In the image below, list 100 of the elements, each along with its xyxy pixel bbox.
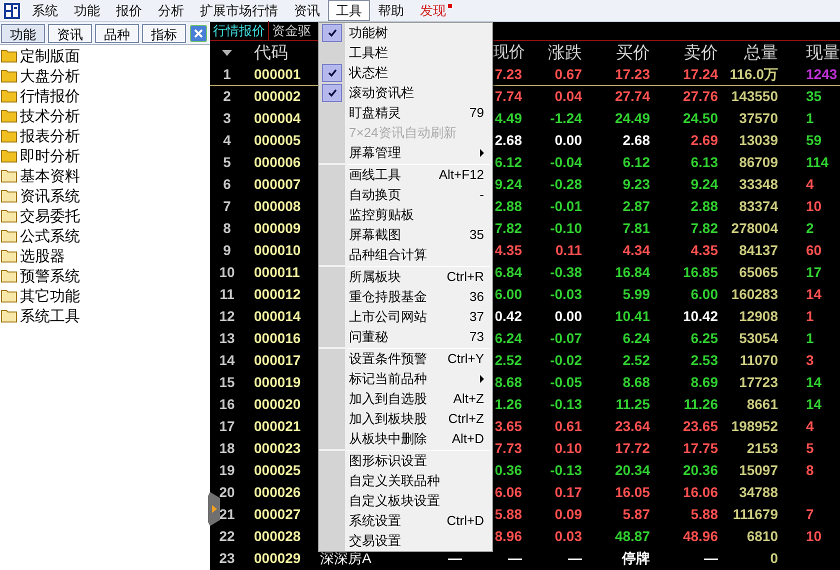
table-cell: 0.36 [494, 462, 522, 478]
app-logo-icon[interactable] [3, 2, 21, 20]
row-number: 3 [223, 110, 231, 126]
stock-code[interactable]: 000006 [254, 154, 301, 170]
menu-option[interactable]: 自动换页 - [319, 185, 492, 205]
tree-item[interactable]: 定制版面 [0, 46, 210, 66]
tree-item[interactable]: 行情报价 [0, 86, 210, 106]
stock-code[interactable]: 000004 [254, 110, 301, 126]
close-button[interactable] [190, 24, 207, 42]
menu-option[interactable]: 屏幕截图 35 [319, 225, 492, 245]
menu-option[interactable]: 滚动资讯栏 [319, 83, 492, 103]
stock-code[interactable]: 000011 [254, 264, 300, 280]
column-header[interactable]: 卖价 [684, 41, 718, 64]
menu-option[interactable]: 工具栏 [319, 43, 492, 63]
stock-code[interactable]: 000002 [254, 88, 301, 104]
tree-item[interactable]: 选股器 [0, 246, 210, 266]
menu-item[interactable]: 扩展市场行情 [192, 0, 286, 21]
table-cell: 14 [806, 396, 822, 412]
tree-item[interactable]: 预警系统 [0, 266, 210, 286]
menu-option[interactable]: 状态栏 [319, 63, 492, 83]
menu-option[interactable]: 加入到板块股 Ctrl+Z [319, 409, 492, 429]
tree-item[interactable]: 技术分析 [0, 106, 210, 126]
table-cell: 4 [806, 418, 814, 434]
stock-code[interactable]: 000012 [254, 286, 301, 302]
menu-item[interactable]: 工具 [328, 0, 370, 21]
stock-code[interactable]: 000016 [254, 330, 301, 346]
table-cell: 2.53 [690, 352, 718, 368]
quote-tab[interactable]: 行情报价 [210, 21, 269, 40]
menu-item[interactable]: 系统 [24, 0, 66, 21]
stock-code[interactable]: 000026 [254, 484, 301, 500]
menu-option[interactable]: 所属板块 Ctrl+R [319, 267, 492, 287]
menu-option[interactable]: 自定义关联品种 [319, 471, 492, 491]
stock-code[interactable]: 000017 [254, 352, 301, 368]
menu-option[interactable]: 自定义板块设置 [319, 491, 492, 511]
stock-code[interactable]: 000019 [254, 374, 301, 390]
menu-item[interactable]: 分析 [150, 0, 192, 21]
sidebar-tab[interactable]: 品种 [95, 24, 139, 42]
menu-option[interactable]: 上市公司网站 37 [319, 307, 492, 327]
menu-option[interactable]: 系统设置 Ctrl+D [319, 511, 492, 531]
menu-item[interactable]: 发现 [412, 0, 460, 21]
stock-code[interactable]: 000008 [254, 198, 301, 214]
table-cell: 17.72 [614, 440, 650, 456]
menu-option[interactable]: 功能树 [319, 23, 492, 43]
tree-item[interactable]: 资讯系统 [0, 186, 210, 206]
tree-item[interactable]: 报表分析 [0, 126, 210, 146]
stock-code[interactable]: 000023 [254, 440, 301, 456]
menu-option[interactable]: 画线工具 Alt+F12 [319, 165, 492, 185]
table-cell: -0.13 [550, 396, 582, 412]
table-cell: 2.69 [690, 132, 718, 148]
menu-option[interactable]: 重仓持股基金 36 [319, 287, 492, 307]
tree-item[interactable]: 基本资料 [0, 166, 210, 186]
menu-option[interactable]: 屏幕管理 [319, 143, 492, 163]
stock-code[interactable]: 000010 [254, 242, 301, 258]
stock-code[interactable]: 000009 [254, 220, 301, 236]
table-cell: 10.42 [682, 308, 718, 324]
tree-item[interactable]: 大盘分析 [0, 66, 210, 86]
sidebar-tab[interactable]: 资讯 [48, 24, 92, 42]
stock-code[interactable]: 000020 [254, 396, 301, 412]
menu-option[interactable]: 加入到自选股 Alt+Z [319, 389, 492, 409]
table-cell: 1.26 [494, 396, 522, 412]
stock-code[interactable]: 000029 [254, 550, 301, 566]
column-header[interactable]: 涨跌 [548, 41, 582, 64]
menu-item[interactable]: 资讯 [286, 0, 328, 21]
stock-code[interactable]: 000001 [254, 66, 301, 82]
sidebar-tab[interactable]: 功能 [1, 24, 45, 42]
menu-option[interactable]: 设置条件预警 Ctrl+Y [319, 349, 492, 369]
menu-item[interactable]: 功能 [66, 0, 108, 21]
menu-option[interactable]: 从板块中删除 Alt+D [319, 429, 492, 449]
stock-code[interactable]: 000014 [254, 308, 301, 324]
quote-tab[interactable]: 资金驱 [269, 21, 314, 40]
expand-handle[interactable] [208, 492, 220, 526]
stock-code[interactable]: 000007 [254, 176, 301, 192]
menu-option[interactable]: 标记当前品种 [319, 369, 492, 389]
menu-option[interactable]: 盯盘精灵 79 [319, 103, 492, 123]
menu-option[interactable]: 问董秘 73 [319, 327, 492, 347]
menu-option[interactable]: 监控剪贴板 [319, 205, 492, 225]
column-header[interactable]: 现价 [493, 41, 525, 64]
stock-code[interactable]: 000027 [254, 506, 301, 522]
column-header[interactable]: 现量 [806, 41, 840, 64]
menu-option[interactable]: 图形标识设置 [319, 451, 492, 471]
sort-icon[interactable] [222, 50, 232, 56]
table-cell: -0.13 [550, 462, 582, 478]
tree-item[interactable]: 公式系统 [0, 226, 210, 246]
column-header[interactable]: 总量 [744, 41, 778, 64]
tree-item[interactable]: 其它功能 [0, 286, 210, 306]
table-cell: 6.06 [494, 484, 522, 500]
stock-code[interactable]: 000028 [254, 528, 301, 544]
tree-item[interactable]: 即时分析 [0, 146, 210, 166]
menu-option[interactable]: 交易设置 [319, 531, 492, 551]
stock-code[interactable]: 000005 [254, 132, 301, 148]
menu-item[interactable]: 报价 [108, 0, 150, 21]
menu-item[interactable]: 帮助 [370, 0, 412, 21]
tree-item[interactable]: 交易委托 [0, 206, 210, 226]
column-header[interactable]: 买价 [616, 41, 650, 64]
stock-code[interactable]: 000021 [254, 418, 301, 434]
stock-code[interactable]: 000025 [254, 462, 301, 478]
column-header[interactable]: 代码 [254, 41, 288, 64]
sidebar-tab[interactable]: 指标 [142, 24, 186, 42]
menu-option[interactable]: 品种组合计算 [319, 245, 492, 265]
tree-item[interactable]: 系统工具 [0, 306, 210, 326]
